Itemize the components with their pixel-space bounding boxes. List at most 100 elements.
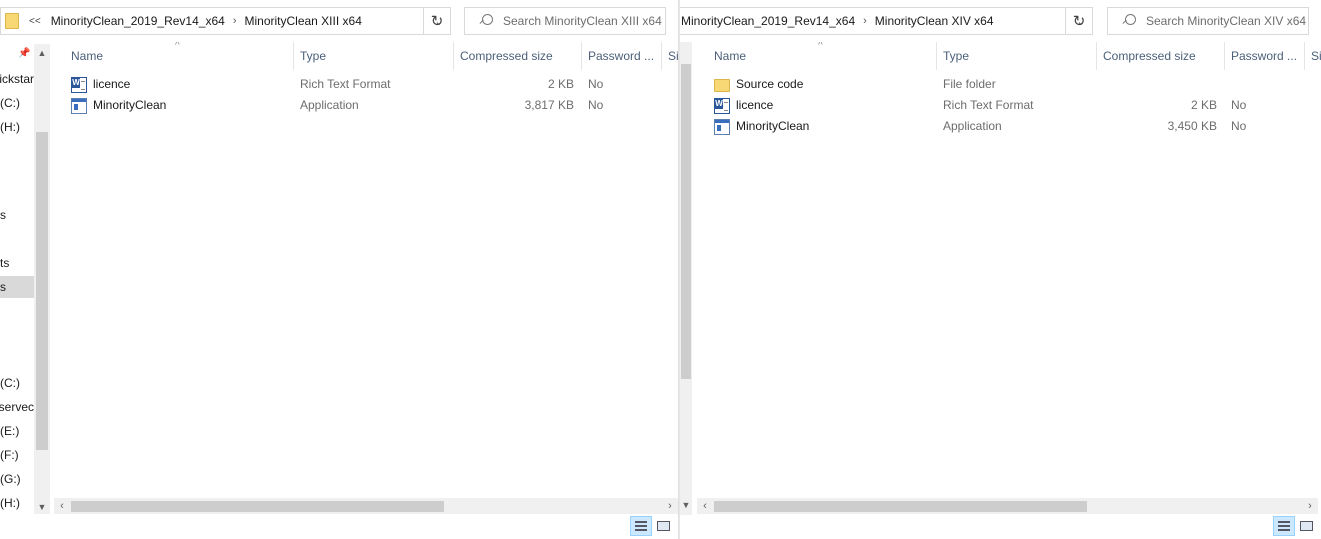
table-row[interactable]: Source code File folder	[708, 74, 1305, 95]
scroll-right-arrow-icon[interactable]: ›	[662, 498, 678, 514]
scroll-left-arrow-icon[interactable]: ‹	[54, 498, 70, 514]
refresh-button[interactable]: ↻	[1065, 7, 1093, 35]
scroll-up-arrow-icon[interactable]: ▲	[34, 46, 50, 60]
table-row[interactable]: licence Rich Text Format 2 KB No	[65, 74, 662, 95]
breadcrumb-item-archive[interactable]: MinorityClean_2019_Rev14_x64	[51, 14, 225, 28]
nav-item-folder-1[interactable]: s	[0, 204, 34, 226]
file-name: licence	[736, 98, 774, 112]
file-list: Source code File folder licence Rich Tex…	[708, 74, 1305, 137]
nav-item-drive-h-2[interactable]: (H:)	[0, 492, 34, 514]
large-icons-view-button[interactable]	[652, 516, 674, 536]
scrollbar-thumb[interactable]	[681, 64, 691, 379]
file-password: No	[588, 98, 604, 112]
nav-item-drive-g[interactable]: (G:)	[0, 468, 34, 490]
file-compressed-size: 2 KB	[547, 77, 574, 91]
nav-item-drive-h[interactable]: (H:)	[0, 116, 34, 138]
column-header-compressed-size[interactable]: Compressed size	[454, 42, 582, 70]
scrollbar-thumb[interactable]	[71, 501, 444, 512]
sort-ascending-icon: ^	[175, 42, 180, 51]
file-compressed-size: 3,450 KB	[1167, 119, 1217, 133]
column-header-row: Name ^ Type Compressed size Password ... …	[708, 42, 1321, 70]
column-header-type[interactable]: Type	[294, 42, 454, 70]
file-list: licence Rich Text Format 2 KB No Minorit…	[65, 74, 662, 116]
file-type: Application	[943, 119, 1002, 133]
file-type: Rich Text Format	[300, 77, 391, 91]
scroll-down-arrow-icon[interactable]: ▼	[34, 500, 50, 514]
file-type: Application	[300, 98, 359, 112]
column-header-size[interactable]: Si	[1305, 42, 1321, 70]
breadcrumb: << MinorityClean_2019_Rev14_x64 › Minori…	[29, 14, 428, 28]
table-row[interactable]: MinorityClean Application 3,817 KB No	[65, 95, 662, 116]
refresh-button[interactable]: ↻	[423, 7, 451, 35]
column-header-name[interactable]: Name ^	[65, 42, 294, 70]
refresh-icon: ↻	[1072, 13, 1086, 30]
chevron-right-icon: ›	[232, 15, 237, 27]
file-password: No	[1231, 98, 1247, 112]
scrollbar-thumb[interactable]	[36, 132, 48, 450]
nav-item-drive-c[interactable]: (C:)	[0, 92, 34, 114]
nav-item-drive-f[interactable]: (F:)	[0, 444, 34, 466]
column-header-password[interactable]: Password ...	[582, 42, 662, 70]
column-header-size[interactable]: Si	[662, 42, 679, 70]
nav-item-quickstart[interactable]: uickstar	[0, 68, 34, 90]
pin-icon[interactable]: 📌	[18, 48, 30, 60]
search-placeholder: Search MinorityClean XIV x64	[1146, 14, 1307, 28]
large-icons-view-icon	[1299, 521, 1313, 531]
horizontal-scrollbar[interactable]: ‹ ›	[697, 498, 1318, 514]
file-type: Rich Text Format	[943, 98, 1034, 112]
rtf-document-icon	[714, 97, 730, 114]
column-header-type[interactable]: Type	[937, 42, 1097, 70]
details-view-button[interactable]	[1273, 516, 1295, 536]
chevron-right-icon: ›	[863, 15, 867, 27]
file-compressed-size: 3,817 KB	[524, 98, 574, 112]
application-icon	[714, 118, 730, 135]
right-explorer-window: MinorityClean_2019_Rev14_x64 › MinorityC…	[679, 0, 1321, 539]
large-icons-view-icon	[656, 521, 670, 531]
horizontal-scrollbar[interactable]: ‹ ›	[54, 498, 678, 514]
refresh-icon: ↻	[430, 13, 444, 30]
search-input[interactable]: Search MinorityClean XIV x64	[1107, 7, 1309, 35]
nav-vertical-scrollbar[interactable]: ▲ ▼	[34, 44, 50, 514]
breadcrumb-item-archive[interactable]: MinorityClean_2019_Rev14_x64	[681, 14, 855, 28]
nav-item-system-reserved[interactable]: eservec	[0, 396, 34, 418]
breadcrumb: MinorityClean_2019_Rev14_x64 › MinorityC…	[680, 14, 1070, 28]
large-icons-view-button[interactable]	[1295, 516, 1317, 536]
folder-icon	[714, 79, 730, 92]
nav-vertical-scrollbar[interactable]: ▼	[680, 42, 692, 515]
column-header-name[interactable]: Name ^	[708, 42, 937, 70]
rtf-document-icon	[71, 76, 87, 93]
details-view-icon	[635, 521, 647, 531]
column-header-compressed-size[interactable]: Compressed size	[1097, 42, 1225, 70]
search-icon	[1122, 14, 1136, 28]
search-input[interactable]: Search MinorityClean XIII x64	[464, 7, 666, 35]
scroll-down-arrow-icon[interactable]: ▼	[680, 498, 694, 512]
breadcrumb-overflow[interactable]: <<	[29, 16, 41, 27]
scroll-left-arrow-icon[interactable]: ‹	[697, 498, 713, 514]
folder-icon	[5, 13, 19, 29]
nav-item-drive-c-2[interactable]: (C:)	[0, 372, 34, 394]
table-row[interactable]: MinorityClean Application 3,450 KB No	[708, 116, 1305, 137]
table-row[interactable]: licence Rich Text Format 2 KB No	[708, 95, 1305, 116]
file-type: File folder	[943, 77, 996, 91]
left-explorer-window: << MinorityClean_2019_Rev14_x64 › Minori…	[0, 0, 679, 539]
file-password	[1225, 74, 1305, 95]
file-compressed-size	[1097, 74, 1225, 95]
search-placeholder: Search MinorityClean XIII x64	[503, 14, 662, 28]
file-password: No	[588, 77, 604, 91]
application-icon	[71, 97, 87, 114]
file-name: licence	[93, 77, 131, 91]
details-view-button[interactable]	[630, 516, 652, 536]
column-header-password[interactable]: Password ...	[1225, 42, 1305, 70]
navigation-pane: 📌 uickstar (C:) (H:) s ts s (C:) eservec…	[0, 42, 50, 517]
column-header-row: Name ^ Type Compressed size Password ... …	[65, 42, 679, 70]
breadcrumb-item-current[interactable]: MinorityClean XIV x64	[875, 14, 994, 28]
address-bar[interactable]: MinorityClean_2019_Rev14_x64 › MinorityC…	[680, 7, 1093, 35]
nav-item-folder-3[interactable]: s	[0, 276, 34, 298]
breadcrumb-item-current[interactable]: MinorityClean XIII x64	[244, 14, 361, 28]
scroll-right-arrow-icon[interactable]: ›	[1302, 498, 1318, 514]
scrollbar-thumb[interactable]	[714, 501, 1087, 512]
file-name: Source code	[736, 77, 804, 91]
nav-item-drive-e[interactable]: (E:)	[0, 420, 34, 442]
address-bar[interactable]: << MinorityClean_2019_Rev14_x64 › Minori…	[0, 7, 451, 35]
nav-item-folder-2[interactable]: ts	[0, 252, 34, 274]
